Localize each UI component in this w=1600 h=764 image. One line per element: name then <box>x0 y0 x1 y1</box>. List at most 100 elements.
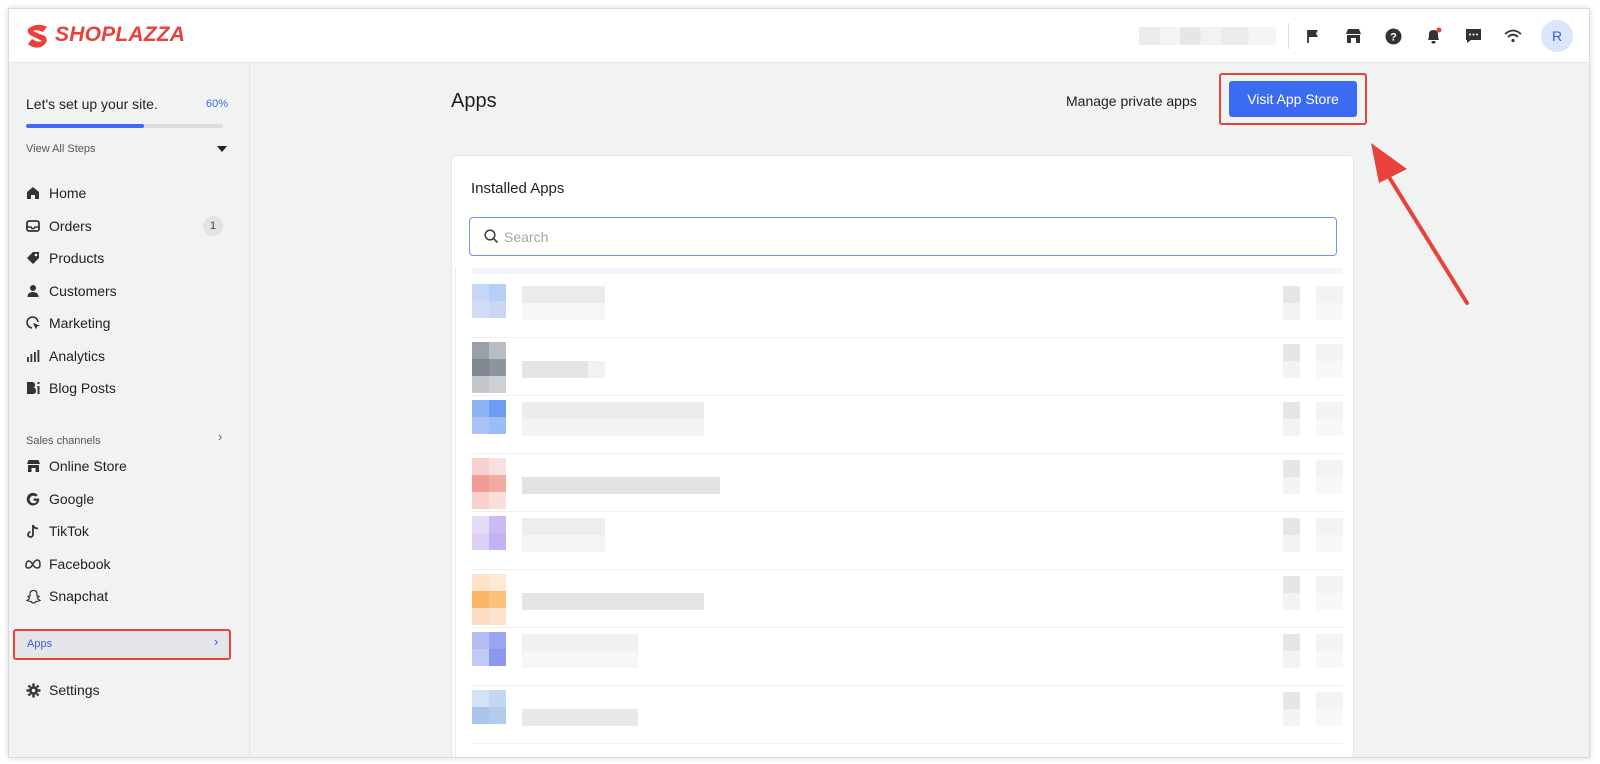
bell-icon[interactable] <box>1421 24 1445 48</box>
setup-progress-fill <box>26 124 145 128</box>
app-meta-redacted <box>1283 460 1300 494</box>
sidebar-item-label: Settings <box>49 682 100 698</box>
setup-percent: 60% <box>206 98 229 110</box>
app-action-redacted[interactable] <box>1316 518 1343 552</box>
app-meta-redacted <box>1283 634 1300 668</box>
tiktok-icon <box>25 523 41 539</box>
sidebar-item-products[interactable]: Products <box>25 244 235 272</box>
app-icon-redacted <box>472 516 506 566</box>
google-icon <box>25 491 41 507</box>
card-title: Installed Apps <box>471 180 565 197</box>
chevron-right-icon: › <box>214 634 219 649</box>
sidebar-item-settings[interactable]: Settings <box>25 676 235 704</box>
sidebar-item-label: Customers <box>49 283 117 299</box>
list-item[interactable] <box>472 338 1343 396</box>
sidebar-item-snapchat[interactable]: Snapchat <box>25 582 235 610</box>
visit-app-store-button[interactable]: Visit App Store <box>1229 81 1357 117</box>
sidebar-item-label: Home <box>49 185 87 201</box>
list-item[interactable] <box>472 454 1343 512</box>
app-action-redacted[interactable] <box>1316 634 1343 668</box>
search-field[interactable] <box>469 217 1337 256</box>
list-item[interactable] <box>472 628 1343 686</box>
sidebar: Let's set up your site. 60% View All Ste… <box>9 63 250 757</box>
sidebar-item-facebook[interactable]: Facebook <box>25 550 235 578</box>
app-icon-redacted <box>472 690 506 740</box>
chevron-down-icon[interactable] <box>217 146 227 152</box>
sidebar-item-analytics[interactable]: Analytics <box>25 342 235 370</box>
list-item[interactable] <box>472 280 1343 338</box>
app-icon-redacted <box>472 458 506 509</box>
list-item[interactable] <box>472 396 1343 454</box>
sidebar-item-label: Blog Posts <box>49 380 116 396</box>
tag-icon <box>25 250 41 266</box>
sidebar-item-tiktok[interactable]: TikTok <box>25 517 235 545</box>
app-action-redacted[interactable] <box>1316 576 1343 610</box>
inbox-icon <box>25 218 41 234</box>
list-item[interactable] <box>472 686 1343 744</box>
store-icon <box>25 458 41 474</box>
help-icon[interactable]: ? <box>1381 24 1405 48</box>
sidebar-item-label: TikTok <box>49 523 89 539</box>
bar-chart-icon <box>25 348 41 364</box>
store-icon[interactable] <box>1341 24 1365 48</box>
search-icon <box>484 229 499 244</box>
app-meta-redacted <box>1283 518 1300 552</box>
flag-icon[interactable] <box>1301 24 1325 48</box>
chevron-right-icon[interactable]: › <box>218 429 222 444</box>
app-window: SHOPLAZZA ? R Let's set up your site. 60… <box>8 8 1590 758</box>
meta-icon <box>25 556 41 572</box>
list-item[interactable] <box>472 512 1343 570</box>
wifi-icon[interactable] <box>1501 24 1525 48</box>
message-icon[interactable] <box>1461 24 1485 48</box>
store-name-redacted <box>1139 27 1276 45</box>
app-icon-redacted <box>472 284 506 334</box>
app-action-redacted[interactable] <box>1316 692 1343 726</box>
sidebar-item-home[interactable]: Home <box>25 179 235 207</box>
gear-icon <box>25 682 41 698</box>
sales-channels-label: Sales channels <box>26 435 101 447</box>
manage-private-apps-link[interactable]: Manage private apps <box>1066 93 1197 109</box>
setup-progress-bar <box>26 124 223 128</box>
app-meta-redacted <box>1283 692 1300 726</box>
sidebar-item-customers[interactable]: Customers <box>25 277 235 305</box>
app-action-redacted[interactable] <box>1316 460 1343 494</box>
app-meta-redacted <box>1283 576 1300 610</box>
divider <box>1288 23 1289 49</box>
blog-icon <box>25 380 41 396</box>
installed-apps-card: Installed Apps <box>451 155 1354 757</box>
app-action-redacted[interactable] <box>1316 344 1343 378</box>
sidebar-item-marketing[interactable]: Marketing <box>25 309 235 337</box>
orders-count-badge: 1 <box>203 216 223 236</box>
brand-name: SHOPLAZZA <box>55 23 186 46</box>
sidebar-item-online-store[interactable]: Online Store <box>25 452 235 480</box>
sidebar-item-label: Google <box>49 491 95 507</box>
app-action-redacted[interactable] <box>1316 286 1343 320</box>
sidebar-item-label: Apps <box>27 638 53 650</box>
sidebar-item-label: Facebook <box>49 556 111 572</box>
sidebar-item-blog-posts[interactable]: Blog Posts <box>25 374 235 402</box>
app-icon-redacted <box>472 574 506 625</box>
sidebar-item-label: Orders <box>49 218 92 234</box>
list-item[interactable] <box>472 570 1343 628</box>
sidebar-item-label: Products <box>49 250 105 266</box>
svg-text:?: ? <box>1390 31 1397 43</box>
home-icon <box>25 185 41 201</box>
shoplazza-logo-icon <box>27 24 47 48</box>
setup-title: Let's set up your site. <box>26 96 158 112</box>
view-all-steps[interactable]: View All Steps <box>26 143 96 155</box>
search-input[interactable] <box>504 227 1304 247</box>
sidebar-item-label: Marketing <box>49 315 111 331</box>
logo[interactable]: SHOPLAZZA <box>25 22 185 48</box>
list-border <box>455 268 456 757</box>
sidebar-item-apps[interactable]: Apps › <box>13 629 231 660</box>
cursor-icon <box>25 315 41 331</box>
sidebar-item-label: Snapchat <box>49 588 109 604</box>
app-action-redacted[interactable] <box>1316 402 1343 436</box>
sidebar-item-orders[interactable]: Orders 1 <box>25 212 235 240</box>
avatar[interactable]: R <box>1541 20 1573 52</box>
page-title: Apps <box>451 90 497 112</box>
app-icon-redacted <box>472 400 506 450</box>
app-meta-redacted <box>1283 286 1300 320</box>
sidebar-item-google[interactable]: Google <box>25 485 235 513</box>
snapchat-icon <box>25 588 41 604</box>
